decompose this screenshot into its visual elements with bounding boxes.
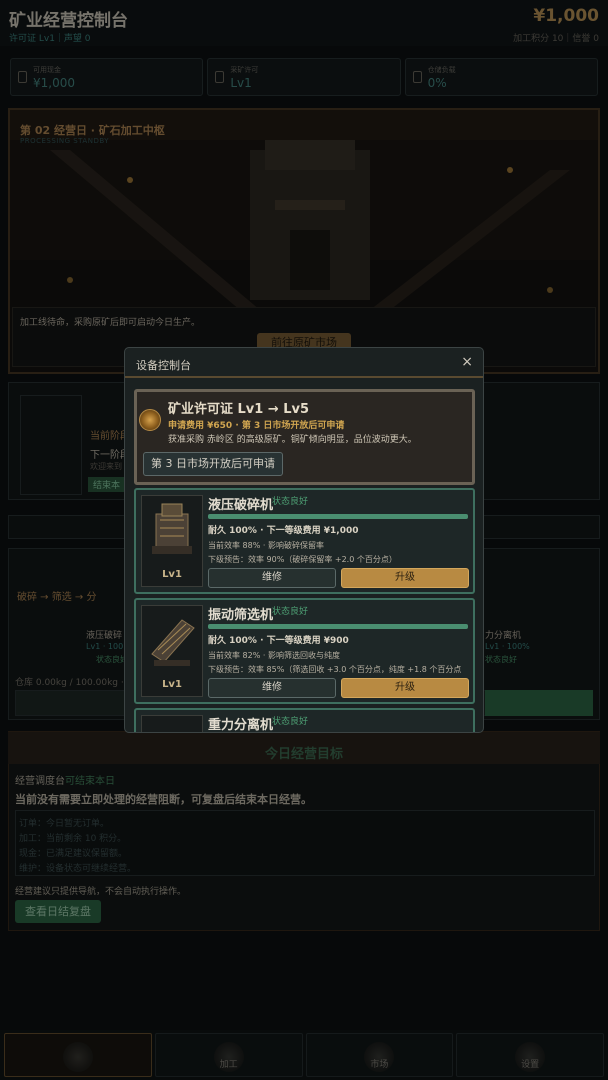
equipment-card: Lv1 液压破碎机 状态良好 耐久 100% · 下一等级费用 ¥1,000 当… (134, 488, 475, 594)
equipment-status: 状态良好 (272, 497, 309, 507)
apply-license-button[interactable]: 第 3 日市场开放后可申请 (143, 452, 283, 476)
durability-fill (208, 514, 468, 519)
equipment-console-modal: 设备控制台 × 矿业许可证 Lv1 → Lv5 申请费用 ¥650 · 第 3 … (124, 347, 484, 733)
equipment-card: Lv1 振动筛选机 状态良好 耐久 100% · 下一等级费用 ¥900 当前效… (134, 598, 475, 704)
equipment-status: 状态良好 (272, 717, 309, 727)
modal-title: 设备控制台 (136, 359, 191, 372)
upgrade-button[interactable]: 升级 (341, 568, 469, 588)
equipment-status: 状态良好 (272, 607, 309, 617)
license-badge-icon (139, 409, 161, 431)
repair-button[interactable]: 维修 (208, 678, 336, 698)
screener-image: Lv1 (141, 605, 203, 697)
equipment-name: 重力分离机 (208, 718, 274, 733)
separator-image (141, 715, 203, 732)
equipment-name: 液压破碎机 (208, 498, 274, 513)
durability-fill (208, 624, 468, 629)
crusher-image: Lv1 (141, 495, 203, 587)
durability-bar (208, 624, 468, 629)
repair-button[interactable]: 维修 (208, 568, 336, 588)
crusher-icon (152, 503, 192, 554)
durability-cost-line: 耐久 100% · 下一等级费用 ¥1,000 (208, 526, 359, 536)
close-icon[interactable]: × (461, 354, 473, 370)
durability-cost-line: 耐久 100% · 下一等级费用 ¥900 (208, 636, 349, 646)
license-title: 矿业许可证 Lv1 → Lv5 (168, 402, 310, 417)
equipment-level: Lv1 (162, 679, 182, 690)
upgrade-button[interactable]: 升级 (341, 678, 469, 698)
equipment-level: Lv1 (162, 569, 182, 580)
efficiency-line: 当前效率 88% · 影响破碎保留率 (208, 541, 324, 550)
screener-icon (151, 619, 195, 666)
license-desc: 获准采购 赤岭区 的高级原矿。铜矿倾向明显，品位波动更大。 (168, 435, 417, 445)
license-cost: 申请费用 ¥650 · 第 3 日市场开放后可申请 (168, 421, 345, 431)
next-level-preview: 下级预告：效率 85%（筛选回收 +3.0 个百分点，纯度 +1.8 个百分点 (208, 665, 462, 674)
equipment-card: 重力分离机 状态良好 (134, 708, 475, 733)
equipment-name: 振动筛选机 (208, 608, 274, 623)
durability-bar (208, 514, 468, 519)
efficiency-line: 当前效率 82% · 影响筛选回收与纯度 (208, 651, 340, 660)
next-level-preview: 下级预告：效率 90%（破碎保留率 +2.0 个百分点） (208, 555, 397, 564)
